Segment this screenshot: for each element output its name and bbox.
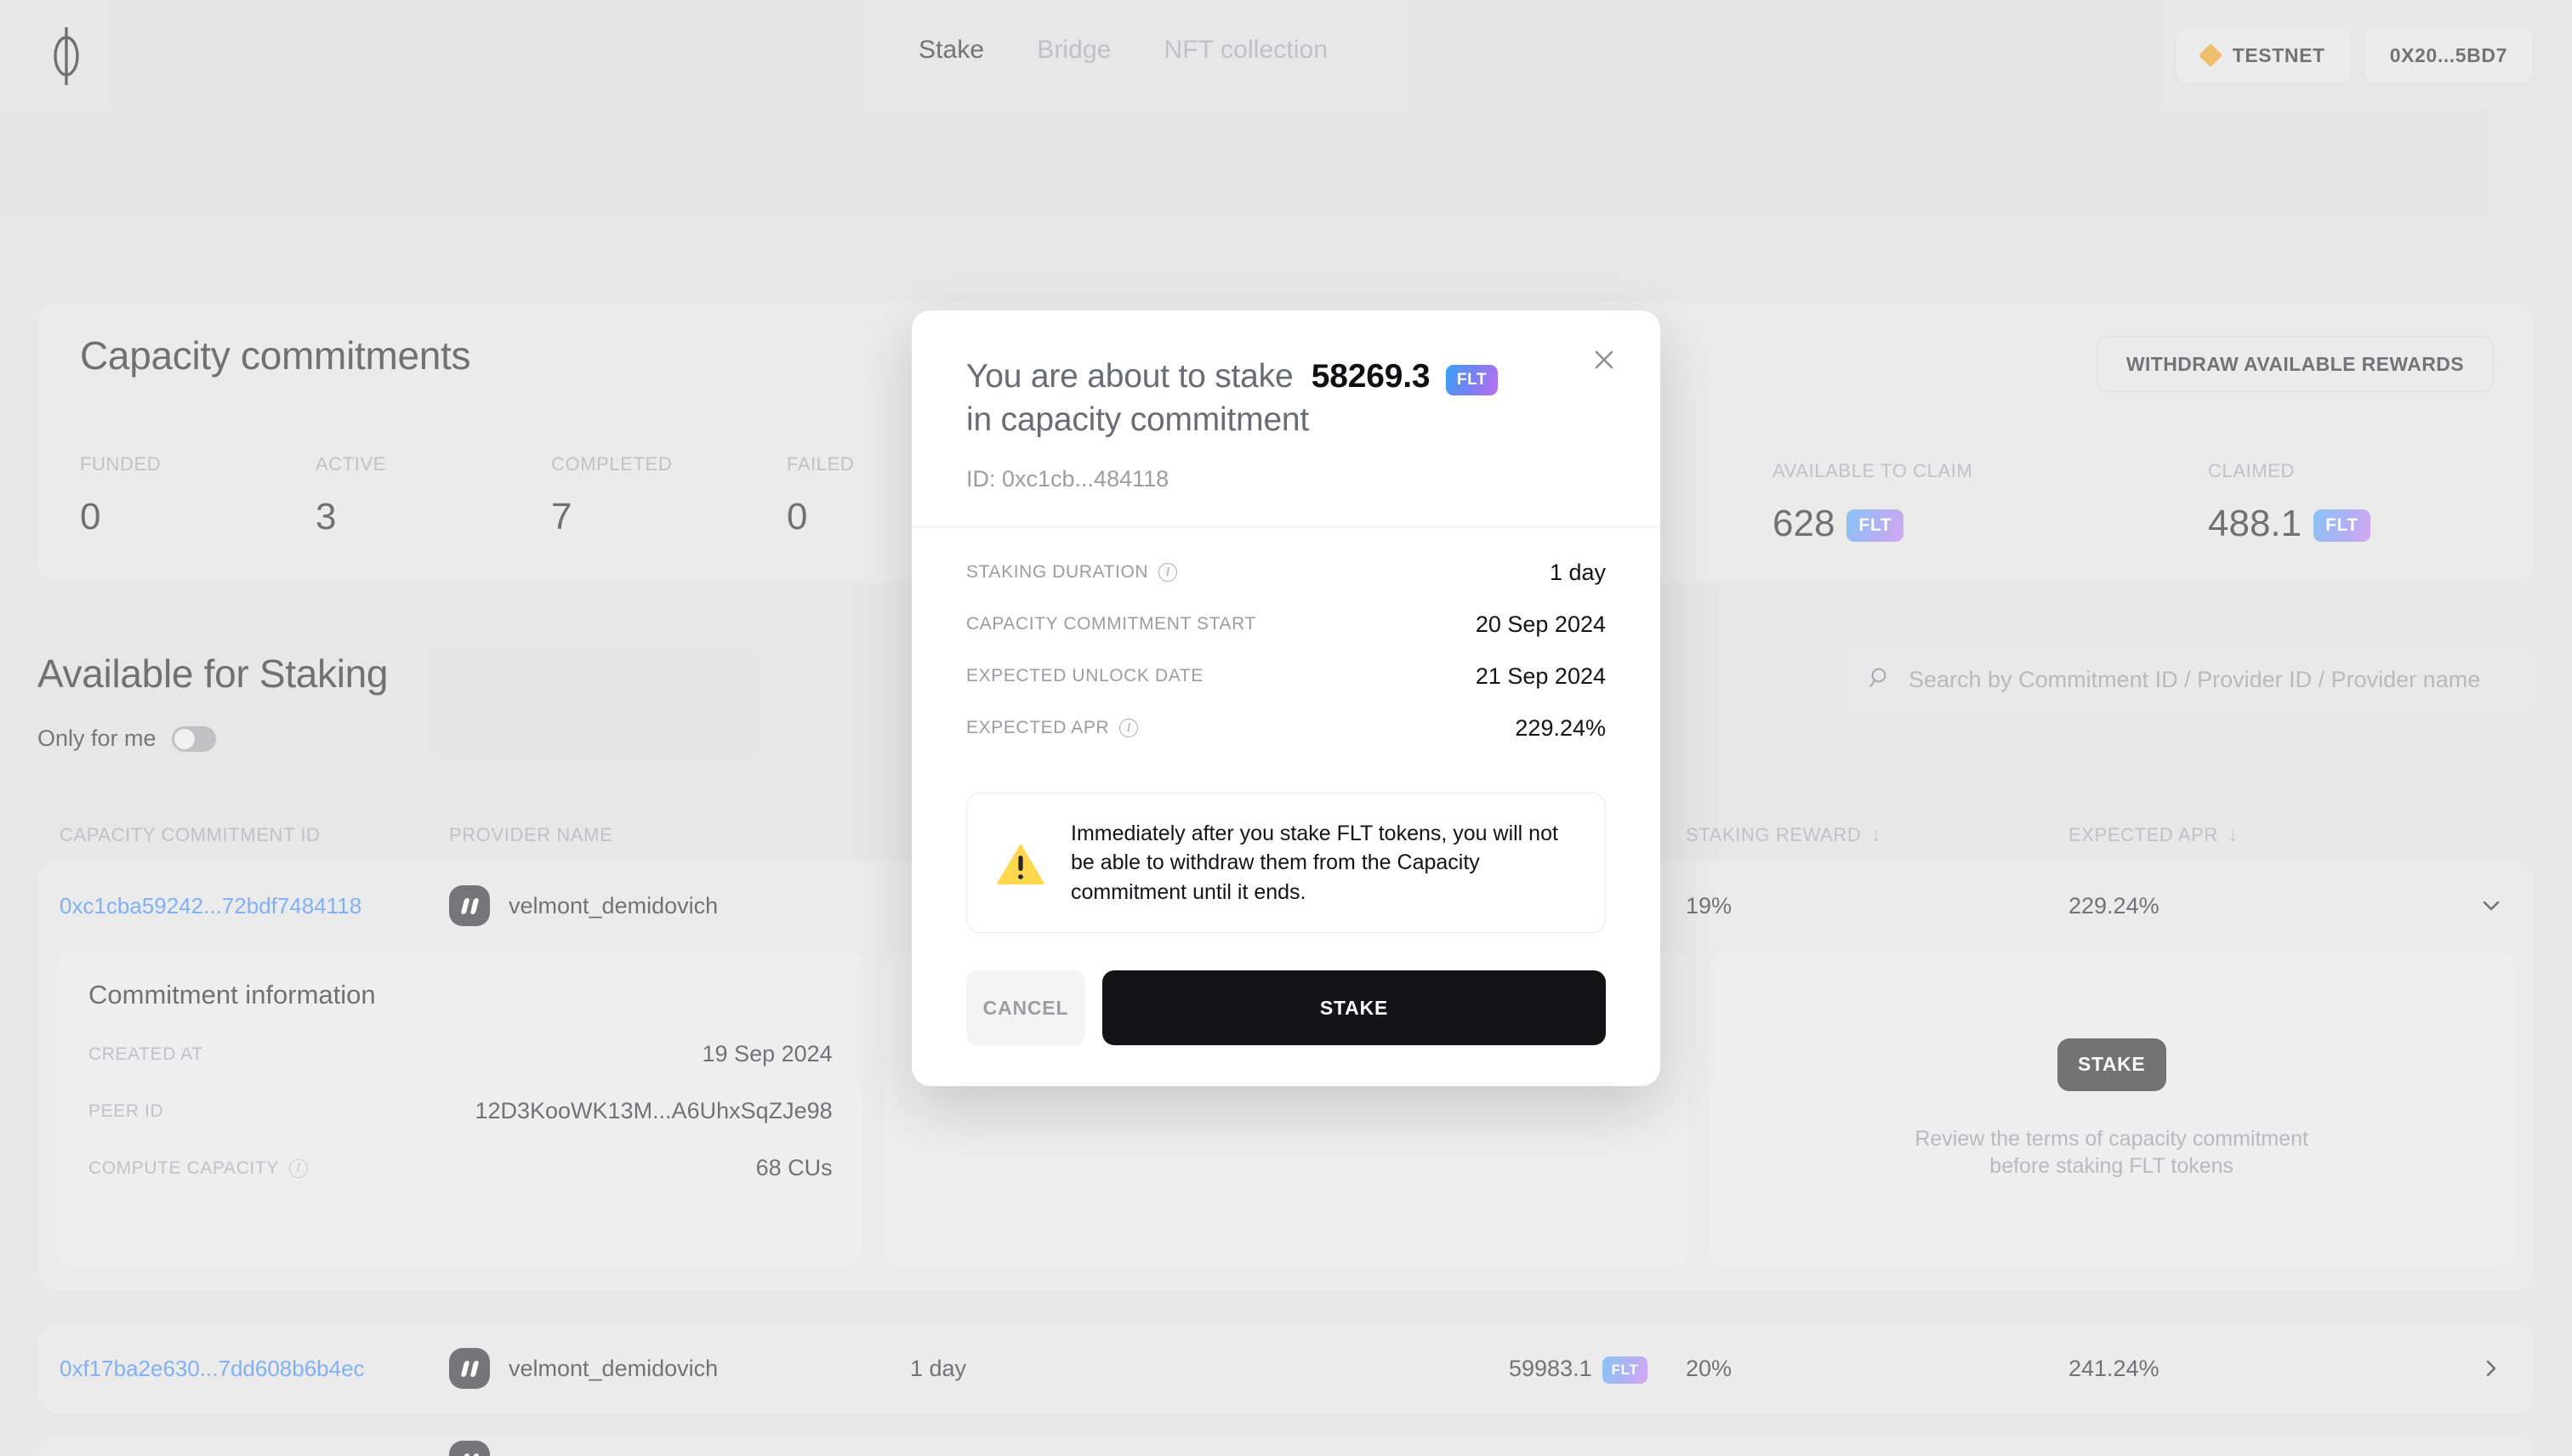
info-icon[interactable]: i <box>1158 563 1178 583</box>
modal-expected-apr-value: 229.24% <box>1515 714 1606 741</box>
cancel-button[interactable]: CANCEL <box>966 970 1085 1046</box>
warning-triangle-icon <box>996 841 1045 885</box>
flt-token-badge: FLT <box>1445 364 1499 395</box>
modal-warning-box: Immediately after you stake FLT tokens, … <box>966 792 1606 934</box>
modal-expected-apr-label: EXPECTED APR i <box>966 718 1139 738</box>
modal-details: STAKING DURATION i 1 day CAPACITY COMMIT… <box>912 527 1660 774</box>
modal-staking-duration-text: STAKING DURATION <box>966 562 1149 583</box>
modal-title: You are about to stake 58269.3 FLT in ca… <box>966 355 1579 442</box>
modal-staking-duration-label: STAKING DURATION i <box>966 562 1178 583</box>
modal-actions: CANCEL STAKE <box>912 933 1660 1086</box>
modal-title-suffix: in capacity commitment <box>966 401 1310 439</box>
modal-commitment-id: ID: 0xc1cb...484118 <box>966 465 1169 492</box>
modal-title-prefix: You are about to stake <box>966 358 1294 395</box>
modal-unlock-date-value: 21 Sep 2024 <box>1475 663 1606 689</box>
info-icon[interactable]: i <box>1119 719 1139 738</box>
modal-commitment-start-value: 20 Sep 2024 <box>1475 611 1606 637</box>
modal-unlock-date: EXPECTED UNLOCK DATE 21 Sep 2024 <box>966 663 1606 690</box>
modal-header: You are about to stake 58269.3 FLT in ca… <box>912 310 1660 526</box>
modal-staking-duration: STAKING DURATION i 1 day <box>966 560 1606 586</box>
modal-stake-amount: 58269.3 <box>1311 358 1431 395</box>
modal-staking-duration-value: 1 day <box>1549 559 1606 585</box>
modal-unlock-date-label: EXPECTED UNLOCK DATE <box>966 666 1203 686</box>
stake-confirmation-modal: You are about to stake 58269.3 FLT in ca… <box>912 310 1660 1087</box>
app-root: Stake Bridge NFT collection TESTNET 0X20… <box>0 0 2572 1456</box>
modal-commitment-start: CAPACITY COMMITMENT START 20 Sep 2024 <box>966 611 1606 638</box>
modal-expected-apr-text: EXPECTED APR <box>966 718 1110 738</box>
modal-expected-apr: EXPECTED APR i 229.24% <box>966 715 1606 742</box>
stake-button[interactable]: STAKE <box>1102 970 1606 1046</box>
close-icon[interactable] <box>1585 341 1623 378</box>
modal-warning-text: Immediately after you stake FLT tokens, … <box>1071 821 1558 904</box>
modal-commitment-start-label: CAPACITY COMMITMENT START <box>966 614 1256 634</box>
